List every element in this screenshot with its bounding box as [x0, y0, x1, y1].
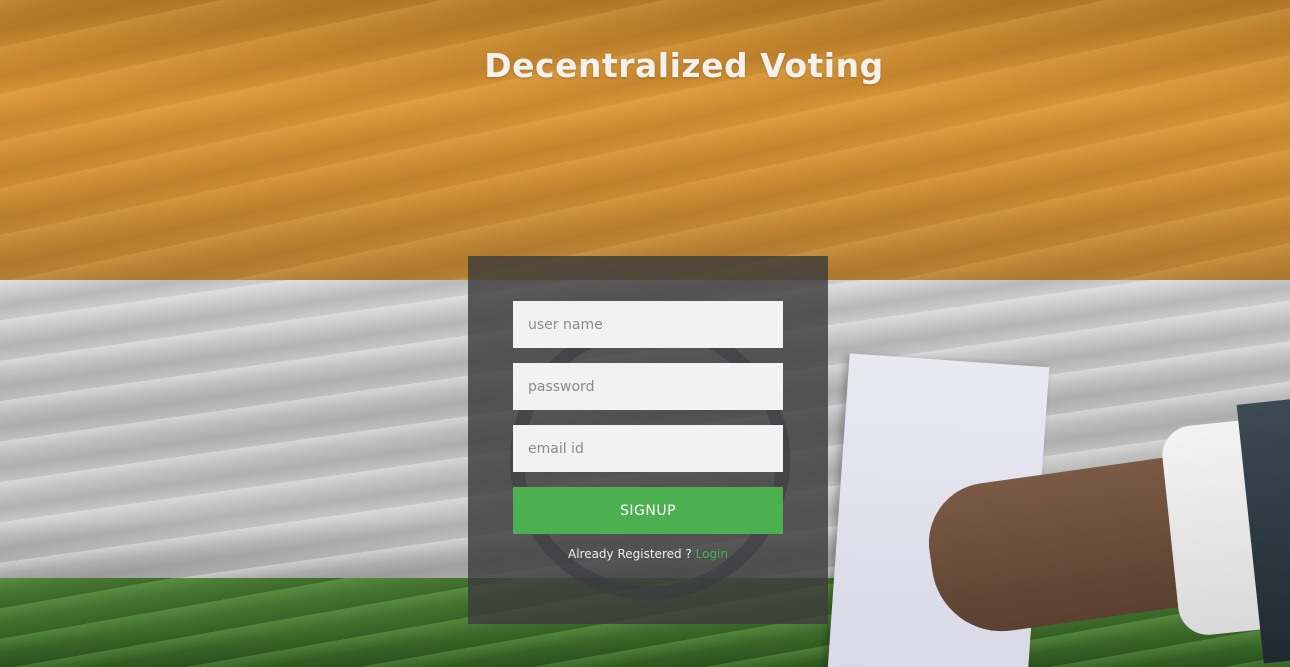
username-input[interactable] — [513, 301, 783, 348]
signup-form-panel: SIGNUP Already Registered ? Login — [468, 256, 828, 624]
page-title: Decentralized Voting — [484, 46, 884, 85]
already-registered-text: Already Registered ? — [567, 547, 692, 561]
flag-saffron-band — [0, 0, 1290, 280]
login-link[interactable]: Login — [696, 547, 728, 561]
email-input[interactable] — [513, 425, 783, 472]
already-registered-line: Already Registered ? Login — [468, 547, 828, 561]
password-input[interactable] — [513, 363, 783, 410]
signup-button[interactable]: SIGNUP — [513, 487, 783, 534]
signup-page: Decentralized Voting SIGNUP Already Regi… — [0, 0, 1290, 667]
